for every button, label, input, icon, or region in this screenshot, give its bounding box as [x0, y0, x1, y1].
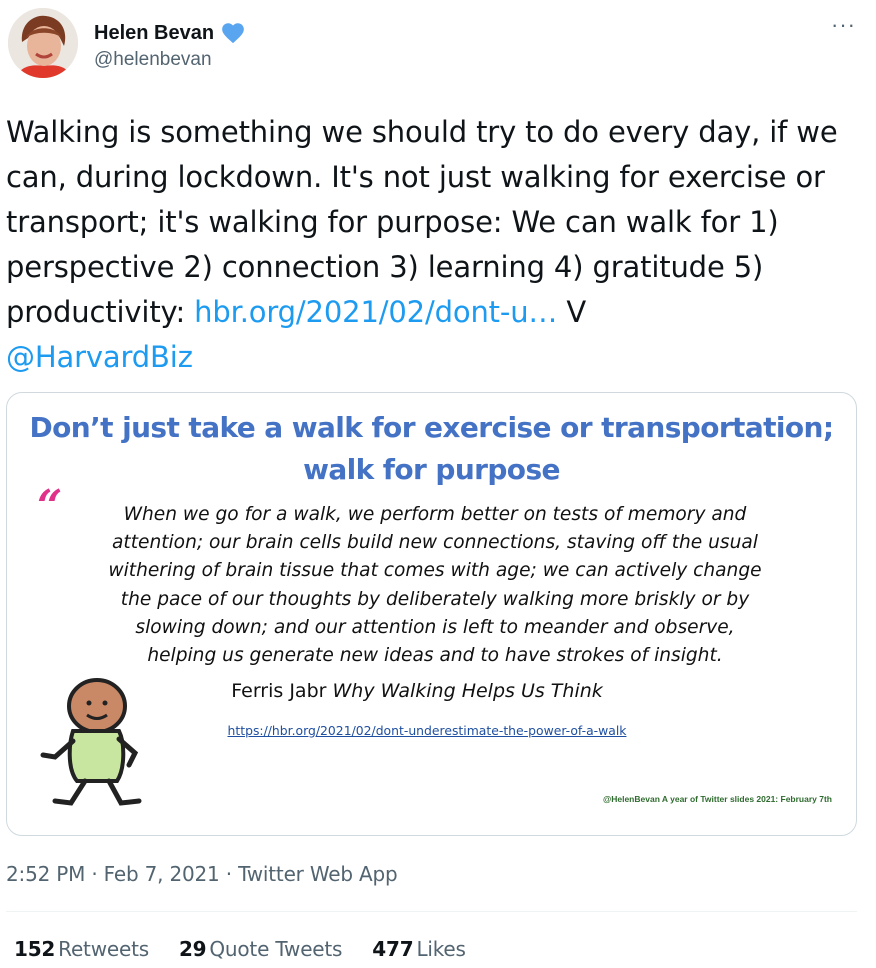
author-name: Ferris Jabr [231, 680, 333, 702]
retweets-count: 152 [14, 937, 56, 961]
tweet-source[interactable]: Twitter Web App [238, 862, 398, 886]
mention-link[interactable]: @HarvardBiz [6, 340, 193, 374]
likes-stat[interactable]: 477 Likes [372, 937, 466, 961]
tweet-date[interactable]: Feb 7, 2021 [104, 862, 220, 886]
quote-line: the pace of our thoughts by deliberately… [120, 588, 750, 610]
tweet-stats: 152 Retweets 29 Quote Tweets 477 Likes [14, 937, 466, 961]
quote-tweets-label: Quote Tweets [209, 937, 343, 961]
tweet-time[interactable]: 2:52 PM [6, 862, 85, 886]
walking-figure-icon [40, 678, 142, 806]
retweets-stat[interactable]: 152 Retweets [14, 937, 149, 961]
more-options-icon[interactable]: ··· [831, 14, 856, 36]
likes-label: Likes [416, 937, 466, 961]
quote-line: slowing down; and our attention is left … [135, 616, 735, 638]
slide-credit: @HelenBevan A year of Twitter slides 202… [602, 794, 832, 804]
slide-title-line: Don’t just take a walk for exercise or t… [29, 411, 835, 444]
avatar[interactable] [8, 8, 78, 78]
author-handle[interactable]: @helenbevan [94, 49, 212, 71]
tweet-text: Walking is something we should try to do… [6, 110, 856, 380]
quote-line: withering of brain tissue that comes wit… [108, 560, 762, 582]
meta-separator: · [219, 862, 239, 886]
tweet-link[interactable]: hbr.org/2021/02/dont-u… [194, 295, 557, 329]
author-name-text: Helen Bevan [94, 21, 215, 44]
author-work: Why Walking Helps Us Think [332, 680, 603, 702]
avatar-photo [8, 8, 78, 78]
tweet-via: V [557, 295, 587, 329]
slide-quote: When we go for a walk, we perform better… [45, 501, 825, 670]
slide-author: Ferris Jabr Why Walking Helps Us Think [197, 680, 637, 702]
quote-line: helping us generate new ideas and to hav… [147, 645, 723, 667]
author-name[interactable]: Helen Bevan [94, 20, 246, 46]
quote-line: When we go for a walk, we perform better… [123, 504, 747, 525]
quote-line: attention; our brain cells build new con… [112, 532, 758, 554]
verified-badge-icon [222, 23, 244, 44]
slide-title: Don’t just take a walk for exercise or t… [7, 407, 856, 491]
quote-tweets-stat[interactable]: 29 Quote Tweets [178, 937, 343, 961]
divider [6, 911, 857, 912]
tweet-meta: 2:52 PM · Feb 7, 2021 · Twitter Web App [6, 862, 398, 886]
quote-tweets-count: 29 [178, 937, 207, 961]
retweets-label: Retweets [58, 937, 149, 961]
slide-url: https://hbr.org/2021/02/dont-underestima… [227, 723, 627, 738]
slide-title-line: walk for purpose [303, 453, 560, 486]
tweet-media-image[interactable]: Don’t just take a walk for exercise or t… [6, 392, 857, 836]
meta-separator: · [85, 862, 104, 886]
likes-count: 477 [372, 937, 414, 961]
